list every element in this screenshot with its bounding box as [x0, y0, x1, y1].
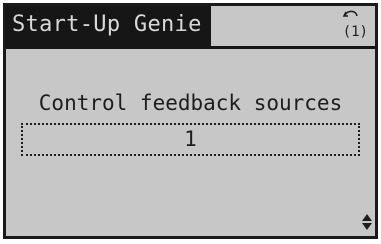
up-down-selector[interactable] — [360, 211, 374, 233]
back-level-label: (1) — [342, 24, 368, 40]
up-down-arrows-icon — [362, 214, 372, 230]
title-bar: Start-Up Genie (1) — [6, 6, 376, 46]
title-block: Start-Up Genie — [6, 6, 211, 46]
parameter-name: Control feedback sources — [38, 91, 343, 115]
back-arrow-icon — [342, 10, 358, 17]
display-bezel: Start-Up Genie (1) Control feedback sour… — [0, 0, 381, 244]
parameter-value-field[interactable]: 1 — [21, 123, 360, 156]
title-divider — [6, 46, 375, 49]
back-button[interactable]: (1) — [334, 10, 368, 42]
page-title: Start-Up Genie — [12, 12, 202, 37]
parameter-value: 1 — [184, 127, 197, 151]
lcp-display: Start-Up Genie (1) Control feedback sour… — [3, 3, 378, 239]
